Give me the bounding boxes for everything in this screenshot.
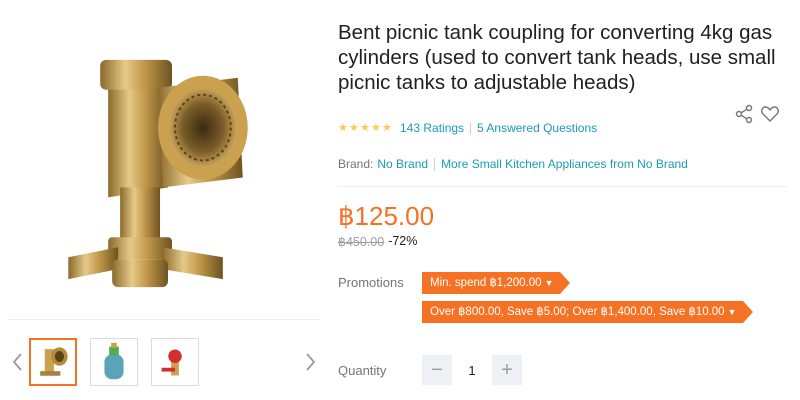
chevron-down-icon: ▼: [727, 307, 737, 317]
star-icon: ★: [338, 122, 348, 134]
thumbnail-strip: [0, 330, 326, 400]
promo-tag-text: Over ฿800.00, Save ฿5.00; Over ฿1,400.00…: [430, 306, 725, 318]
original-price-row: ฿450.00 -72%: [338, 234, 417, 249]
heart-icon[interactable]: [760, 104, 780, 124]
star-icon: ★: [371, 122, 381, 134]
star-icon: ★: [360, 122, 370, 134]
increase-quantity-button[interactable]: +: [492, 355, 522, 385]
quantity-label: Quantity: [338, 363, 387, 378]
share-wishlist-group: [734, 104, 780, 124]
original-price: ฿450.00: [338, 235, 385, 249]
brand-link[interactable]: No Brand: [377, 157, 428, 171]
divider: [470, 121, 472, 135]
promotions-label: Promotions: [338, 275, 404, 290]
product-details: Bent picnic tank coupling for converting…: [326, 0, 800, 400]
quantity-value[interactable]: 1: [452, 363, 492, 378]
section-divider: [338, 186, 788, 187]
promo-tag-save[interactable]: Over ฿800.00, Save ฿5.00; Over ฿1,400.00…: [422, 301, 753, 323]
more-from-brand-link[interactable]: More Small Kitchen Appliances from No Br…: [441, 157, 688, 171]
discount-percent: -72%: [388, 234, 418, 248]
main-product-image[interactable]: [8, 8, 320, 320]
brass-fitting-image: [8, 8, 320, 319]
promo-tag-text: Min. spend ฿1,200.00: [430, 277, 542, 289]
chevron-right-icon[interactable]: [302, 350, 318, 374]
thumbnail-gas-tank-with-regulator[interactable]: [90, 338, 138, 386]
current-price: ฿125.00: [338, 201, 435, 231]
quantity-stepper: − 1 +: [422, 355, 522, 385]
half-star-icon: ★: [382, 122, 392, 134]
share-icon[interactable]: [734, 104, 754, 124]
promo-tag-min-spend[interactable]: Min. spend ฿1,200.00 ▼: [422, 272, 570, 294]
brand-label: Brand:: [338, 157, 374, 171]
thumbnail-brass-elbow-fitting[interactable]: [29, 338, 77, 386]
star-rating: ★ ★ ★ ★ ★: [338, 122, 392, 134]
chevron-left-icon[interactable]: [10, 350, 26, 374]
star-icon: ★: [349, 122, 359, 134]
rating-row: ★ ★ ★ ★ ★ 143 Ratings 5 Answered Questio…: [338, 120, 597, 136]
ratings-link[interactable]: 143 Ratings: [400, 121, 464, 135]
divider: [434, 157, 436, 171]
chevron-down-icon: ▼: [544, 278, 554, 288]
answered-questions-link[interactable]: 5 Answered Questions: [477, 121, 597, 135]
brand-row: Brand: No Brand More Small Kitchen Appli…: [338, 157, 688, 171]
decrease-quantity-button[interactable]: −: [422, 355, 452, 385]
thumbnail-red-gas-regulator[interactable]: [151, 338, 199, 386]
product-title: Bent picnic tank coupling for converting…: [338, 21, 776, 94]
product-gallery: [0, 0, 326, 400]
